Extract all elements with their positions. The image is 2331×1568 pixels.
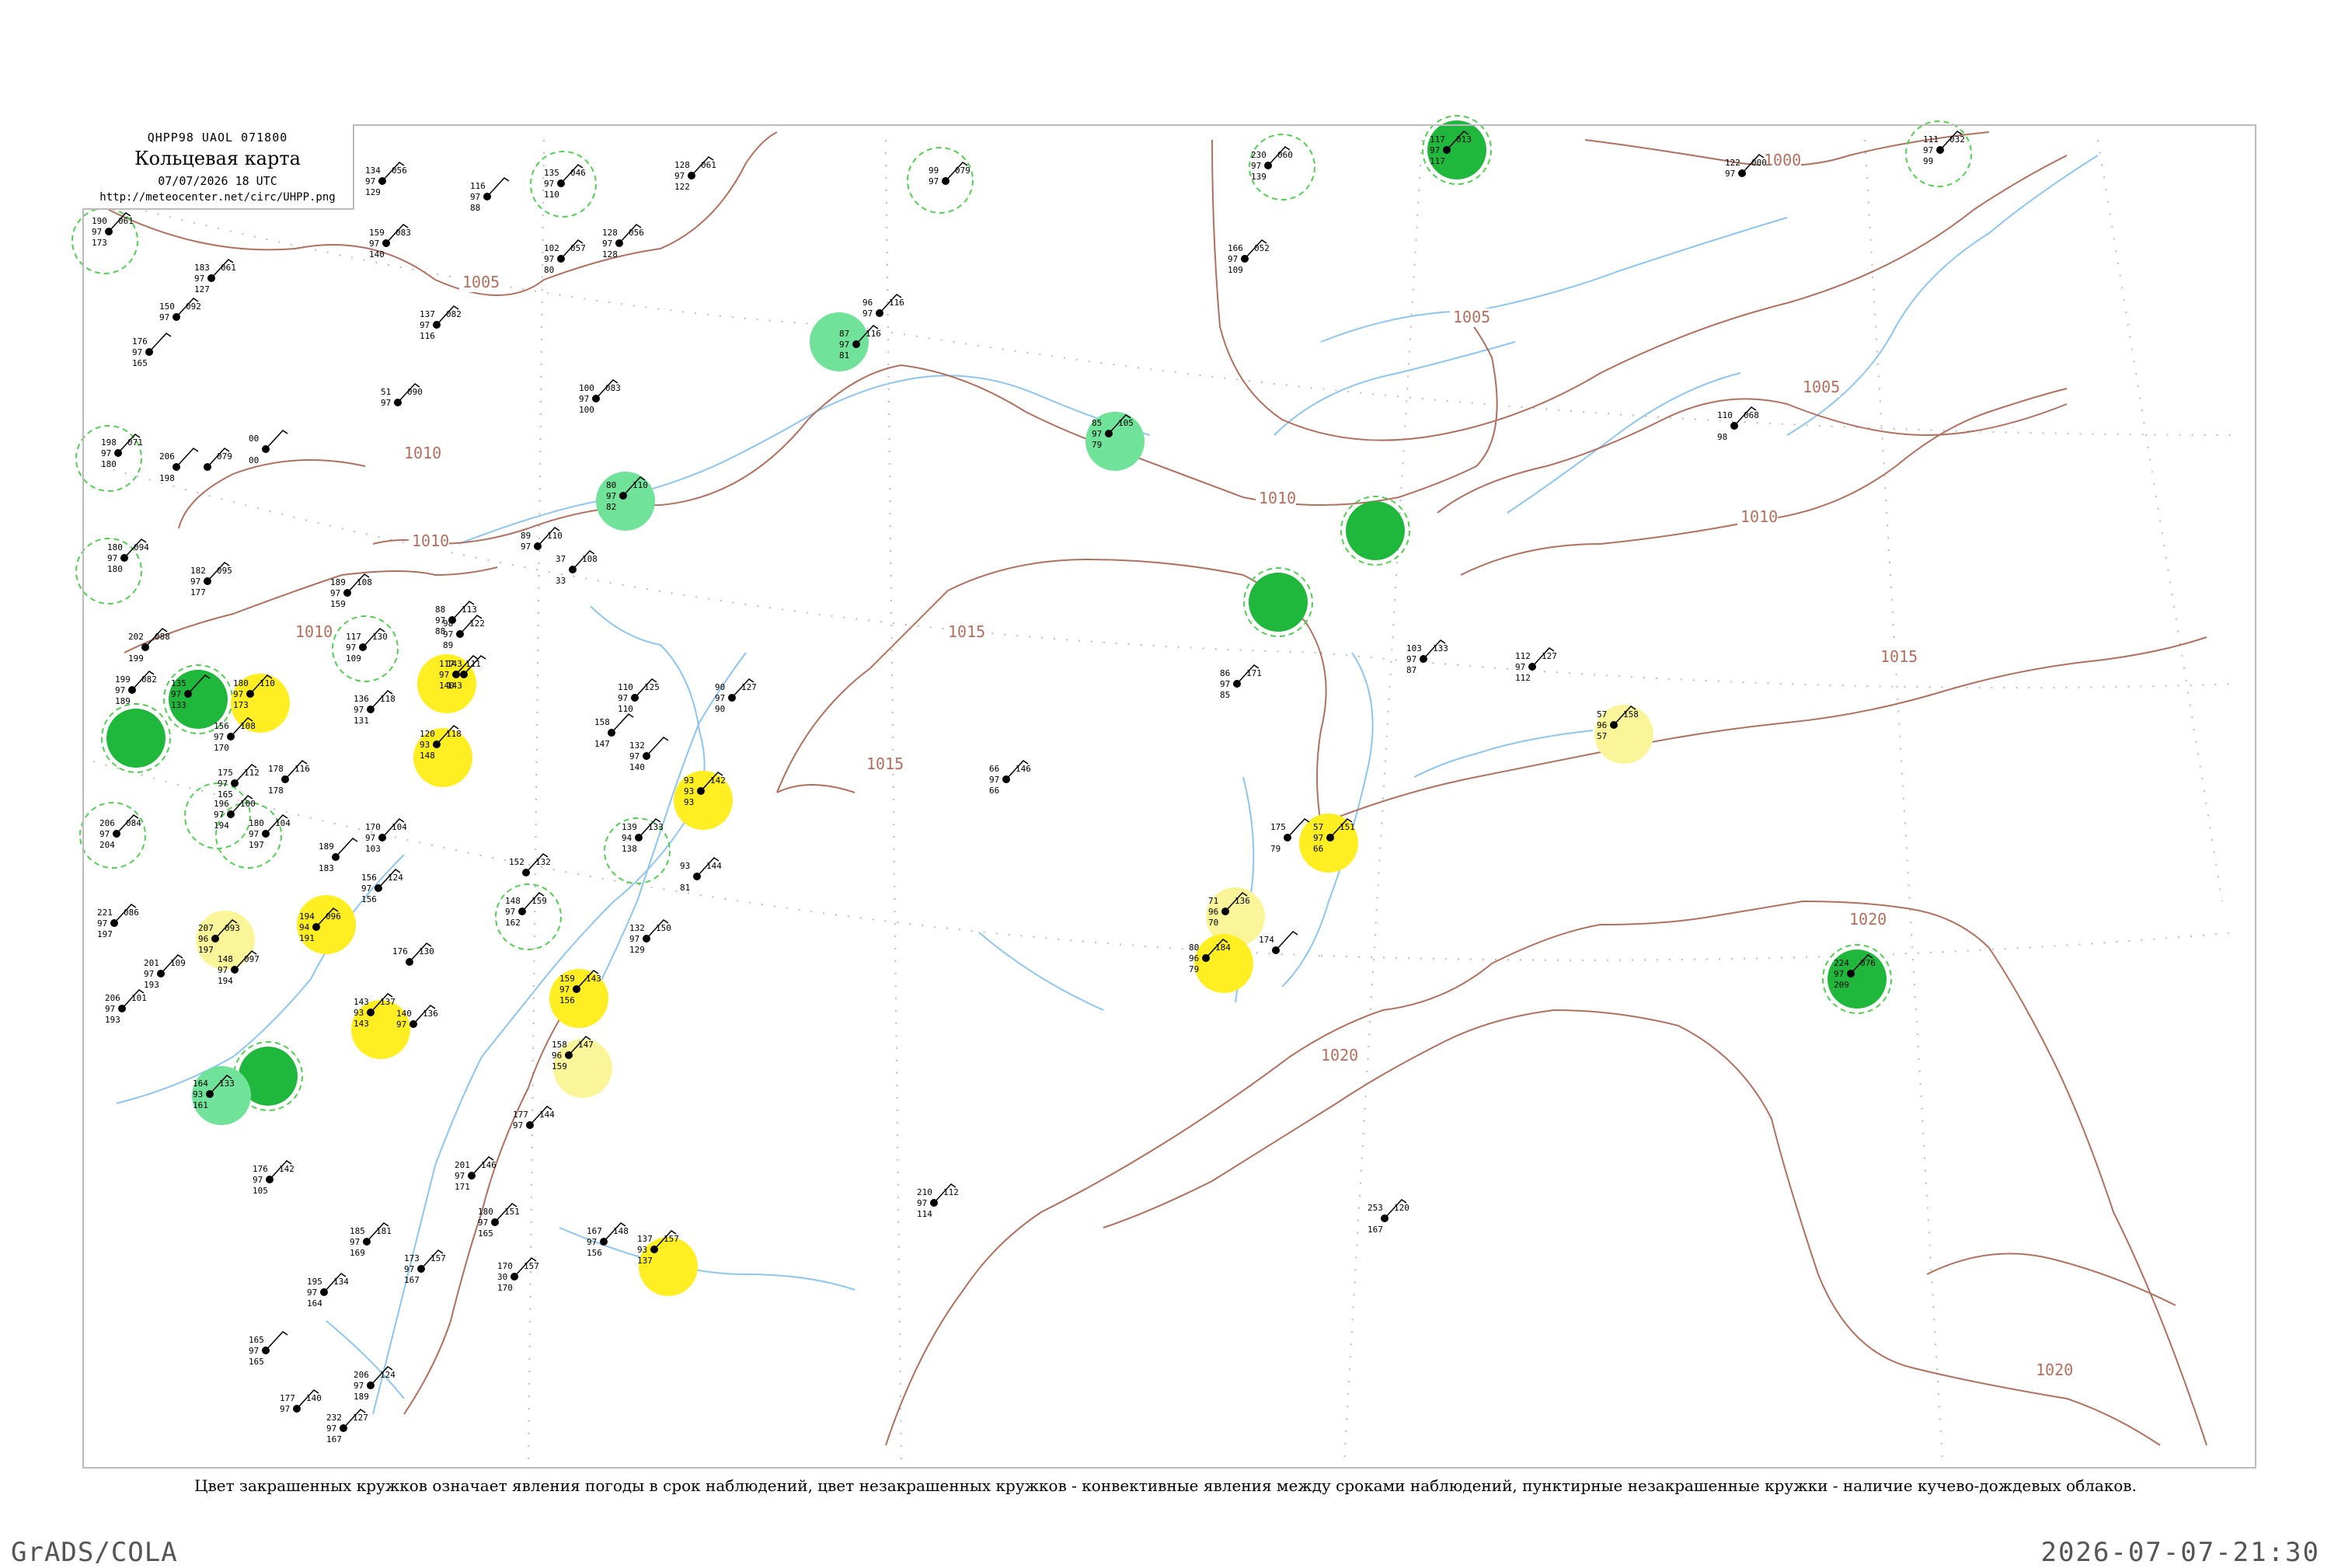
map-url: http://meteocenter.net/circ/UHPP.png <box>99 191 336 204</box>
footer-software: GrADS/COLA <box>11 1537 178 1568</box>
footer-timestamp: 2026-07-07-21:30 <box>2040 1537 2320 1568</box>
legend-caption: Цвет закрашенных кружков означает явлени… <box>194 1476 2137 1495</box>
map-header-box: QHPP98 UAOL 071800 Кольцевая карта 07/07… <box>82 124 354 210</box>
map-title: Кольцевая карта <box>134 148 301 169</box>
map-date: 07/07/2026 18 UTC <box>158 174 277 188</box>
bulletin-code: QHPP98 UAOL 071800 <box>147 131 288 145</box>
map-frame <box>82 124 2256 1469</box>
